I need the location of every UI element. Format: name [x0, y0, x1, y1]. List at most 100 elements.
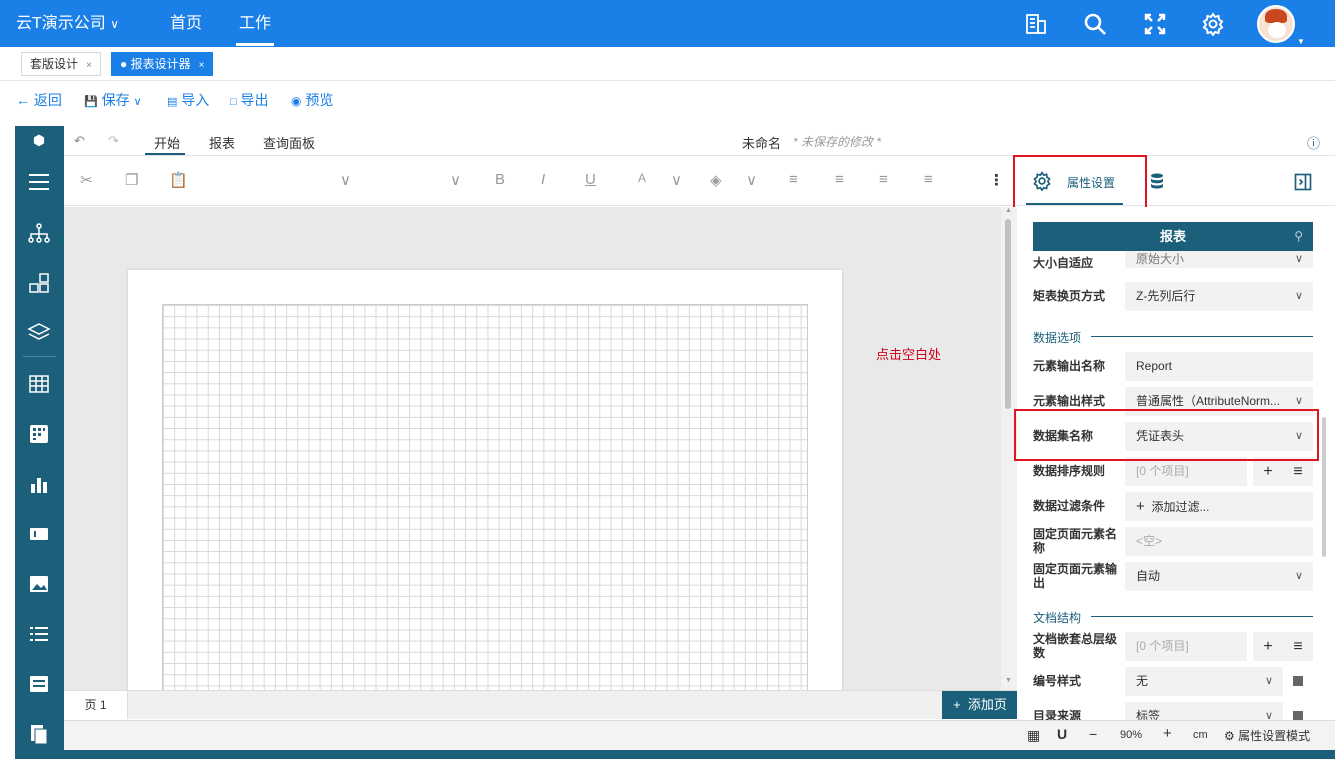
font-color-icon[interactable]: A [638, 171, 646, 185]
add-nesting-button[interactable]: + [1253, 632, 1283, 661]
fixed-name-input[interactable]: <空> [1125, 527, 1313, 556]
tab-bar: 套版设计 × ● 报表设计器 × [0, 47, 1335, 81]
gear-icon[interactable] [1201, 12, 1225, 36]
components-icon[interactable] [27, 271, 51, 295]
fill-color-icon[interactable]: ◈ [710, 171, 722, 189]
align-left-icon[interactable]: ≡ [789, 171, 798, 188]
fullscreen-icon[interactable] [1143, 12, 1167, 36]
tab-template-design[interactable]: 套版设计 × [21, 52, 101, 76]
page-tab-1[interactable]: 页 1 [64, 691, 128, 719]
cut-icon[interactable]: ✂ [80, 171, 93, 189]
numbering-select[interactable]: 无 ∨ [1125, 667, 1283, 696]
menu-query-panel[interactable]: 查询面板 [263, 133, 315, 152]
nav-work[interactable]: 工作 [239, 0, 271, 47]
document-icon[interactable] [27, 722, 51, 746]
back-button[interactable]: ← 返回 [16, 91, 62, 109]
import-button[interactable]: ▤ 导入 [167, 91, 209, 109]
list-icon[interactable] [27, 622, 51, 646]
checkbox[interactable] [1293, 676, 1303, 686]
section-doc-structure: 文档结构 [1033, 611, 1082, 625]
company-switcher[interactable]: 云T演示公司 ∨ [16, 0, 119, 47]
toc-source-select[interactable]: 标签 ∨ [1125, 702, 1283, 720]
redo-icon[interactable]: ↷ [108, 133, 119, 149]
hamburger-icon[interactable] [27, 170, 51, 194]
snap-magnet-icon[interactable]: U [1057, 726, 1067, 742]
toggle-panel-icon[interactable] [1293, 172, 1313, 192]
fill-color-dropdown[interactable]: ∨ [746, 171, 757, 189]
grid-toggle-icon[interactable]: ▦ [1027, 727, 1040, 744]
preview-button[interactable]: ◉ 预览 [291, 91, 333, 109]
building-icon[interactable] [1024, 12, 1048, 36]
font-family-dropdown[interactable]: ∨ [340, 171, 351, 189]
justify-icon[interactable]: ≡ [924, 171, 933, 188]
info-icon[interactable]: ⓘ [1307, 133, 1320, 152]
panel-scrollbar[interactable] [1322, 207, 1335, 720]
align-right-icon[interactable]: ≡ [879, 171, 888, 188]
arrow-left-icon: ← [16, 92, 30, 108]
label-auto-size: 大小自适应 [1033, 256, 1094, 270]
design-canvas[interactable]: 点击空白处 [64, 207, 1001, 690]
undo-icon[interactable]: ↶ [74, 133, 85, 149]
fixed-output-select[interactable]: 自动 ∨ [1125, 562, 1313, 591]
gear-icon: ⚙ [1224, 729, 1235, 743]
scrollbar-thumb[interactable] [1322, 417, 1326, 557]
menu-report[interactable]: 报表 [209, 133, 235, 152]
layers-icon[interactable] [27, 321, 51, 345]
table-icon[interactable] [27, 372, 51, 396]
scrollbar-thumb[interactable] [1005, 219, 1011, 409]
underline-icon[interactable]: U [585, 171, 596, 188]
bold-icon[interactable]: B [495, 171, 505, 188]
add-filter-button[interactable]: + 添加过滤... [1125, 492, 1313, 521]
property-mode-button[interactable]: ⚙ 属性设置模式 [1224, 727, 1310, 744]
save-icon: 💾 [84, 96, 98, 108]
matrix-icon[interactable] [27, 422, 51, 446]
chevron-down-icon: ∨ [1264, 675, 1273, 687]
align-center-icon[interactable]: ≡ [835, 171, 844, 188]
avatar[interactable] [1257, 5, 1295, 43]
search-icon[interactable] [1083, 12, 1107, 36]
chevron-down-icon: ∨ [1264, 710, 1273, 720]
sort-rule-value[interactable]: [0 个项目] [1125, 457, 1247, 486]
more-options-icon[interactable]: ⋮ [989, 171, 1004, 189]
auto-size-select[interactable]: 原始大小 ∨ [1125, 251, 1313, 268]
tree-icon[interactable] [27, 221, 51, 245]
zoom-in-button[interactable]: + [1163, 725, 1172, 742]
font-size-dropdown[interactable]: ∨ [450, 171, 461, 189]
font-color-dropdown[interactable]: ∨ [671, 171, 682, 189]
zoom-level[interactable]: 90% [1120, 729, 1142, 741]
element-output-name-input[interactable]: Report [1125, 352, 1313, 381]
unit-selector[interactable]: cm [1193, 729, 1208, 741]
copy-icon[interactable]: ❐ [125, 171, 138, 189]
avatar-caret-icon[interactable]: ▼ [1297, 37, 1305, 46]
report-page[interactable] [128, 270, 842, 690]
nav-home[interactable]: 首页 [170, 0, 202, 47]
scroll-down-icon[interactable]: ▼ [1005, 677, 1012, 684]
scroll-up-icon[interactable]: ▲ [1005, 207, 1012, 214]
export-button[interactable]: □ 导出 [230, 91, 269, 109]
image-icon[interactable] [27, 572, 51, 596]
tab-report-designer[interactable]: ● 报表设计器 × [111, 52, 214, 76]
save-button[interactable]: 💾 保存 ∨ [84, 91, 142, 109]
label-numbering: 编号样式 [1033, 674, 1082, 688]
form-icon[interactable] [27, 672, 51, 696]
checkbox[interactable] [1293, 711, 1303, 720]
chart-icon[interactable] [27, 472, 51, 496]
add-sort-button[interactable]: + [1253, 457, 1283, 486]
menu-start[interactable]: 开始 [154, 133, 180, 152]
menu-icon[interactable]: ≡ [1283, 632, 1313, 661]
matrix-paging-select[interactable]: Z-先列后行 ∨ [1125, 282, 1313, 311]
add-page-button[interactable]: + 添加页 [942, 691, 1018, 719]
italic-icon[interactable]: I [541, 171, 545, 188]
chevron-down-icon: ∨ [1294, 253, 1303, 265]
zoom-out-button[interactable]: − [1089, 726, 1097, 742]
textbox-icon[interactable] [27, 522, 51, 546]
close-icon[interactable]: × [199, 60, 205, 71]
paste-icon[interactable]: 📋 [169, 171, 188, 189]
nesting-value[interactable]: [0 个项目] [1125, 632, 1247, 661]
label-sort-rule: 数据排序规则 [1033, 464, 1106, 478]
database-icon[interactable] [1148, 172, 1166, 190]
properties-search[interactable]: 报表 ⚲ [1033, 222, 1313, 251]
page-grid[interactable] [162, 304, 808, 690]
close-icon[interactable]: × [86, 60, 92, 71]
menu-icon[interactable]: ≡ [1283, 457, 1313, 486]
